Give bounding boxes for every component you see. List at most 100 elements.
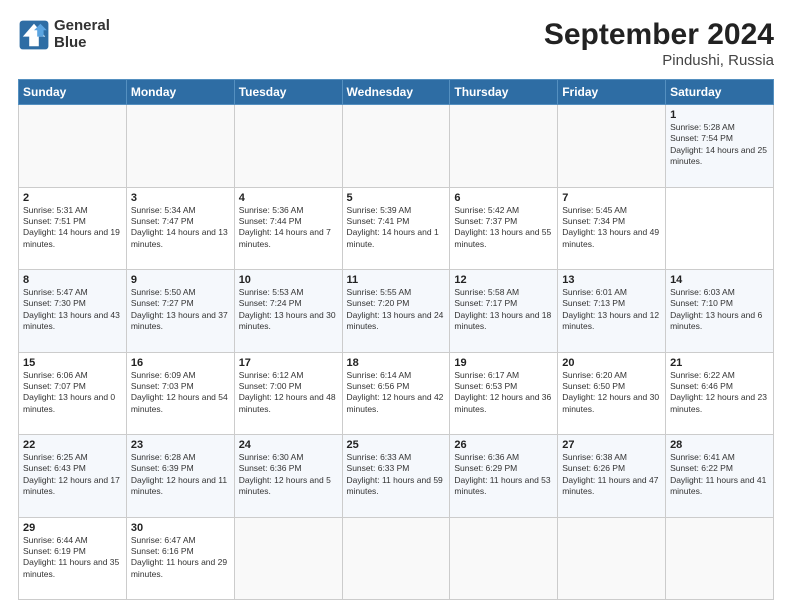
day-info: Sunrise: 5:45 AMSunset: 7:34 PMDaylight:… bbox=[562, 205, 661, 251]
day-cell-3: 3Sunrise: 5:34 AMSunset: 7:47 PMDaylight… bbox=[126, 187, 234, 270]
day-number: 16 bbox=[131, 357, 230, 369]
day-number: 30 bbox=[131, 522, 230, 534]
day-number: 2 bbox=[23, 192, 122, 204]
week-row-5: 29Sunrise: 6:44 AMSunset: 6:19 PMDayligh… bbox=[19, 517, 774, 600]
day-cell-1: 1Sunrise: 5:28 AMSunset: 7:54 PMDaylight… bbox=[666, 105, 774, 188]
day-info: Sunrise: 6:28 AMSunset: 6:39 PMDaylight:… bbox=[131, 452, 230, 498]
day-cell-2: 2Sunrise: 5:31 AMSunset: 7:51 PMDaylight… bbox=[19, 187, 127, 270]
day-cell-5: 5Sunrise: 5:39 AMSunset: 7:41 PMDaylight… bbox=[342, 187, 450, 270]
day-cell-21: 21Sunrise: 6:22 AMSunset: 6:46 PMDayligh… bbox=[666, 352, 774, 435]
day-number: 24 bbox=[239, 439, 338, 451]
empty-cell bbox=[126, 105, 234, 188]
day-number: 9 bbox=[131, 274, 230, 286]
day-cell-25: 25Sunrise: 6:33 AMSunset: 6:33 PMDayligh… bbox=[342, 435, 450, 518]
day-cell-22: 22Sunrise: 6:25 AMSunset: 6:43 PMDayligh… bbox=[19, 435, 127, 518]
day-info: Sunrise: 6:20 AMSunset: 6:50 PMDaylight:… bbox=[562, 370, 661, 416]
empty-cell bbox=[342, 517, 450, 600]
day-number: 8 bbox=[23, 274, 122, 286]
day-info: Sunrise: 5:39 AMSunset: 7:41 PMDaylight:… bbox=[347, 205, 446, 251]
day-cell-7: 7Sunrise: 5:45 AMSunset: 7:34 PMDaylight… bbox=[558, 187, 666, 270]
header: General Blue September 2024 Pindushi, Ru… bbox=[18, 18, 774, 69]
day-number: 1 bbox=[670, 109, 769, 121]
day-number: 7 bbox=[562, 192, 661, 204]
empty-cell bbox=[234, 517, 342, 600]
title-block: September 2024 Pindushi, Russia bbox=[544, 18, 774, 69]
empty-cell bbox=[558, 517, 666, 600]
day-info: Sunrise: 5:31 AMSunset: 7:51 PMDaylight:… bbox=[23, 205, 122, 251]
day-info: Sunrise: 6:44 AMSunset: 6:19 PMDaylight:… bbox=[23, 535, 122, 581]
day-cell-8: 8Sunrise: 5:47 AMSunset: 7:30 PMDaylight… bbox=[19, 270, 127, 353]
day-cell-26: 26Sunrise: 6:36 AMSunset: 6:29 PMDayligh… bbox=[450, 435, 558, 518]
day-info: Sunrise: 6:41 AMSunset: 6:22 PMDaylight:… bbox=[670, 452, 769, 498]
day-cell-24: 24Sunrise: 6:30 AMSunset: 6:36 PMDayligh… bbox=[234, 435, 342, 518]
day-cell-15: 15Sunrise: 6:06 AMSunset: 7:07 PMDayligh… bbox=[19, 352, 127, 435]
day-cell-23: 23Sunrise: 6:28 AMSunset: 6:39 PMDayligh… bbox=[126, 435, 234, 518]
day-cell-4: 4Sunrise: 5:36 AMSunset: 7:44 PMDaylight… bbox=[234, 187, 342, 270]
calendar-table: SundayMondayTuesdayWednesdayThursdayFrid… bbox=[18, 79, 774, 600]
day-info: Sunrise: 6:36 AMSunset: 6:29 PMDaylight:… bbox=[454, 452, 553, 498]
weekday-header-wednesday: Wednesday bbox=[342, 80, 450, 105]
day-number: 20 bbox=[562, 357, 661, 369]
day-number: 25 bbox=[347, 439, 446, 451]
day-number: 22 bbox=[23, 439, 122, 451]
logo-line1: General bbox=[54, 18, 110, 35]
logo-text: General Blue bbox=[54, 18, 110, 51]
day-number: 4 bbox=[239, 192, 338, 204]
day-cell-17: 17Sunrise: 6:12 AMSunset: 7:00 PMDayligh… bbox=[234, 352, 342, 435]
weekday-header-saturday: Saturday bbox=[666, 80, 774, 105]
week-row-3: 15Sunrise: 6:06 AMSunset: 7:07 PMDayligh… bbox=[19, 352, 774, 435]
day-info: Sunrise: 6:47 AMSunset: 6:16 PMDaylight:… bbox=[131, 535, 230, 581]
weekday-header-monday: Monday bbox=[126, 80, 234, 105]
weekday-header-sunday: Sunday bbox=[19, 80, 127, 105]
day-info: Sunrise: 5:34 AMSunset: 7:47 PMDaylight:… bbox=[131, 205, 230, 251]
day-info: Sunrise: 5:36 AMSunset: 7:44 PMDaylight:… bbox=[239, 205, 338, 251]
day-number: 27 bbox=[562, 439, 661, 451]
day-cell-13: 13Sunrise: 6:01 AMSunset: 7:13 PMDayligh… bbox=[558, 270, 666, 353]
day-number: 14 bbox=[670, 274, 769, 286]
day-cell-12: 12Sunrise: 5:58 AMSunset: 7:17 PMDayligh… bbox=[450, 270, 558, 353]
empty-cell bbox=[342, 105, 450, 188]
day-number: 28 bbox=[670, 439, 769, 451]
day-cell-19: 19Sunrise: 6:17 AMSunset: 6:53 PMDayligh… bbox=[450, 352, 558, 435]
day-number: 19 bbox=[454, 357, 553, 369]
day-cell-14: 14Sunrise: 6:03 AMSunset: 7:10 PMDayligh… bbox=[666, 270, 774, 353]
day-cell-30: 30Sunrise: 6:47 AMSunset: 6:16 PMDayligh… bbox=[126, 517, 234, 600]
calendar-subtitle: Pindushi, Russia bbox=[544, 52, 774, 69]
day-number: 17 bbox=[239, 357, 338, 369]
logo-line2: Blue bbox=[54, 35, 110, 52]
day-info: Sunrise: 6:30 AMSunset: 6:36 PMDaylight:… bbox=[239, 452, 338, 498]
day-info: Sunrise: 5:55 AMSunset: 7:20 PMDaylight:… bbox=[347, 287, 446, 333]
week-row-0: 1Sunrise: 5:28 AMSunset: 7:54 PMDaylight… bbox=[19, 105, 774, 188]
day-number: 18 bbox=[347, 357, 446, 369]
weekday-header-tuesday: Tuesday bbox=[234, 80, 342, 105]
day-info: Sunrise: 6:01 AMSunset: 7:13 PMDaylight:… bbox=[562, 287, 661, 333]
logo-icon bbox=[18, 19, 50, 51]
day-info: Sunrise: 6:14 AMSunset: 6:56 PMDaylight:… bbox=[347, 370, 446, 416]
day-cell-29: 29Sunrise: 6:44 AMSunset: 6:19 PMDayligh… bbox=[19, 517, 127, 600]
day-cell-20: 20Sunrise: 6:20 AMSunset: 6:50 PMDayligh… bbox=[558, 352, 666, 435]
empty-cell bbox=[450, 517, 558, 600]
day-info: Sunrise: 5:58 AMSunset: 7:17 PMDaylight:… bbox=[454, 287, 553, 333]
day-info: Sunrise: 6:06 AMSunset: 7:07 PMDaylight:… bbox=[23, 370, 122, 416]
day-cell-18: 18Sunrise: 6:14 AMSunset: 6:56 PMDayligh… bbox=[342, 352, 450, 435]
empty-cell bbox=[450, 105, 558, 188]
page: General Blue September 2024 Pindushi, Ru… bbox=[0, 0, 792, 612]
day-info: Sunrise: 6:25 AMSunset: 6:43 PMDaylight:… bbox=[23, 452, 122, 498]
day-cell-11: 11Sunrise: 5:55 AMSunset: 7:20 PMDayligh… bbox=[342, 270, 450, 353]
day-number: 10 bbox=[239, 274, 338, 286]
day-number: 26 bbox=[454, 439, 553, 451]
weekday-header-friday: Friday bbox=[558, 80, 666, 105]
day-number: 6 bbox=[454, 192, 553, 204]
day-number: 23 bbox=[131, 439, 230, 451]
weekday-header-row: SundayMondayTuesdayWednesdayThursdayFrid… bbox=[19, 80, 774, 105]
day-cell-10: 10Sunrise: 5:53 AMSunset: 7:24 PMDayligh… bbox=[234, 270, 342, 353]
week-row-2: 8Sunrise: 5:47 AMSunset: 7:30 PMDaylight… bbox=[19, 270, 774, 353]
day-cell-27: 27Sunrise: 6:38 AMSunset: 6:26 PMDayligh… bbox=[558, 435, 666, 518]
day-number: 11 bbox=[347, 274, 446, 286]
day-cell-28: 28Sunrise: 6:41 AMSunset: 6:22 PMDayligh… bbox=[666, 435, 774, 518]
day-cell-6: 6Sunrise: 5:42 AMSunset: 7:37 PMDaylight… bbox=[450, 187, 558, 270]
day-info: Sunrise: 5:28 AMSunset: 7:54 PMDaylight:… bbox=[670, 122, 769, 168]
day-number: 12 bbox=[454, 274, 553, 286]
day-number: 21 bbox=[670, 357, 769, 369]
day-info: Sunrise: 6:03 AMSunset: 7:10 PMDaylight:… bbox=[670, 287, 769, 333]
